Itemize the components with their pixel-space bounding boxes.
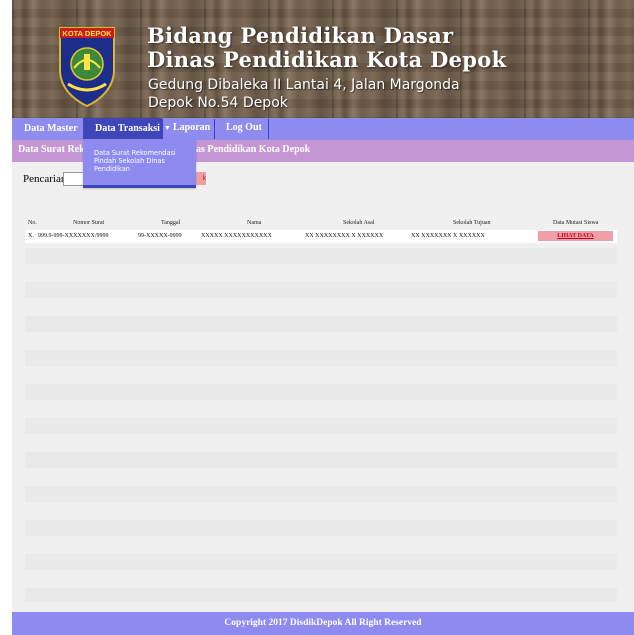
empty-row: [25, 384, 617, 400]
page-subtitle: Dinas Pendidikan Kota Depok: [147, 47, 507, 72]
cell-sekolah-tujuan: XX XXXXXXX X XXXXXX: [411, 233, 485, 239]
empty-row: [25, 520, 617, 536]
copyright-text: Copyright 2017 DisdikDepok All Right Res…: [224, 618, 422, 628]
menu-item-surat-rekomendasi[interactable]: Data Surat Rekomendasi Pindah Sekolah Di…: [94, 149, 192, 173]
col-no: No.: [28, 220, 37, 226]
nav-log-out[interactable]: Log Out: [226, 118, 270, 140]
logo-text: KOTA DEPOK: [62, 29, 112, 38]
lihat-data-button[interactable]: LIHAT DATA: [538, 231, 613, 241]
page-title: Bidang Pendidikan Dasar: [147, 23, 454, 48]
section-title-right: as Pendidikan Kota Depok: [196, 144, 311, 155]
cell-no: X.: [28, 233, 34, 239]
main-nav: Data Master▼ Data Transaksi▼ Laporan Log…: [12, 118, 634, 140]
col-sekolah-tujuan: Sekolah Tujuan: [453, 220, 491, 226]
data-transaksi-dropdown: Data Surat Rekomendasi Pindah Sekolah Di…: [83, 139, 196, 188]
cell-nama: XXXXX XXXXXXXXXXX: [201, 233, 272, 239]
office-address: Gedung Dibaleka II Lantai 4, Jalan Margo…: [148, 77, 460, 111]
nav-data-transaksi[interactable]: Data Transaksi ▼: [83, 118, 171, 140]
col-sekolah-asal: Sekolah Asal: [343, 220, 375, 226]
empty-row: [25, 554, 617, 570]
empty-row: [25, 452, 617, 468]
col-data-mutasi-siswa: Data Mutasi Siswa: [553, 220, 599, 226]
site-header: KOTA DEPOK Bidang Pendidikan Dasar Dinas…: [12, 0, 634, 118]
empty-row: [25, 418, 617, 434]
cell-tanggal: 99-XXXXX-9999: [138, 233, 182, 239]
table-row: X. 999.9-999-XXXXXXX/9999 99-XXXXX-9999 …: [25, 230, 617, 243]
empty-row: [25, 316, 617, 332]
empty-row: [25, 588, 617, 602]
cell-sekolah-asal: XX XXXXXXXX X XXXXXX: [305, 233, 384, 239]
col-nama: Nama: [247, 220, 262, 226]
site-footer: Copyright 2017 DisdikDepok All Right Res…: [12, 612, 634, 635]
empty-row: [25, 282, 617, 298]
nav-laporan[interactable]: Laporan: [173, 118, 213, 140]
empty-row: [25, 248, 617, 264]
nav-data-master[interactable]: Data Master▼: [12, 118, 89, 140]
col-nomor-surat: Nomor Surat: [73, 220, 105, 226]
cell-nomor-surat: 999.9-999-XXXXXXX/9999: [38, 233, 109, 239]
empty-row: [25, 350, 617, 366]
section-title-left: Data Surat Reko: [18, 144, 90, 155]
empty-row: [25, 486, 617, 502]
kota-depok-logo: KOTA DEPOK: [59, 27, 115, 108]
col-tanggal: Tanggal: [161, 220, 181, 226]
caret-down-icon: ▼: [163, 124, 171, 132]
